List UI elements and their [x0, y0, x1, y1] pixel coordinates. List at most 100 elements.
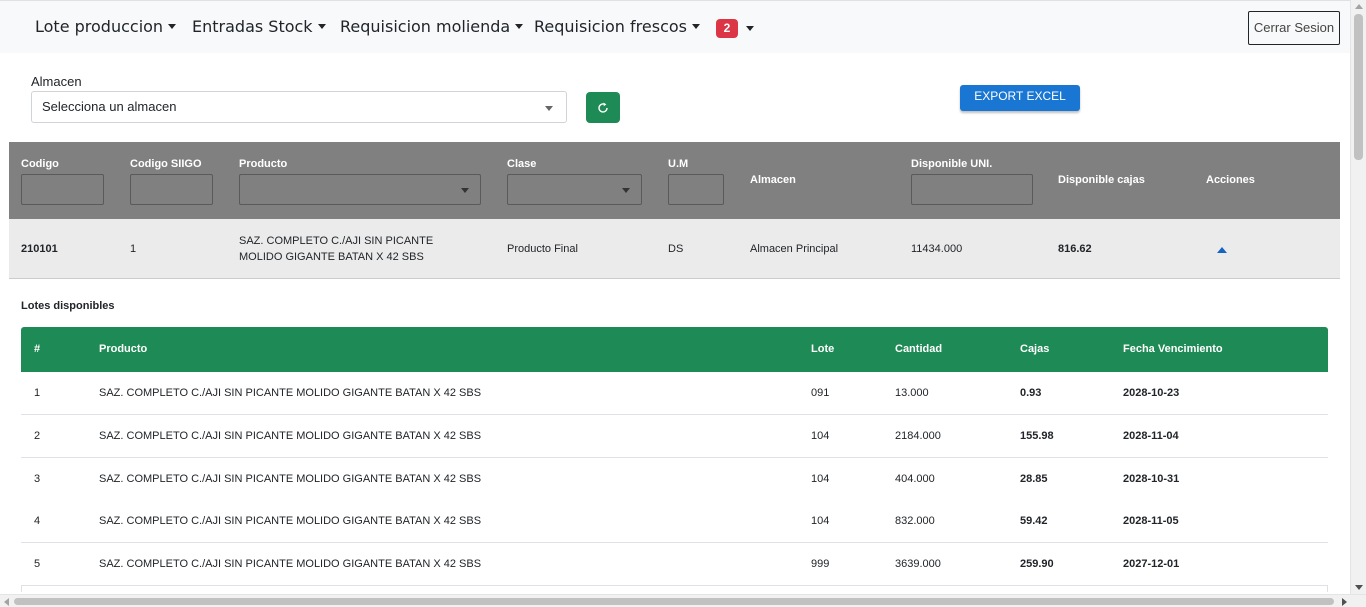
header-disponible-uni: Disponible UNI. [911, 158, 993, 170]
lote-cell-cantidad: 13.000 [895, 387, 929, 399]
header-almacen: Almacen [750, 174, 796, 186]
caret-down-icon [168, 24, 177, 29]
cell-disponible-cajas: 816.62 [1058, 243, 1092, 255]
notifications-caret-down-icon[interactable] [746, 26, 754, 31]
lotes-header-lote: Lote [811, 343, 835, 355]
lote-cell-cajas: 59.42 [1020, 515, 1048, 527]
almacen-label: Almacen [31, 74, 82, 89]
cell-producto-line2: MOLIDO GIGANTE BATAN X 42 SBS [239, 251, 424, 263]
table-row[interactable]: 4 SAZ. COMPLETO C./AJI SIN PICANTE MOLID… [21, 500, 1328, 543]
lote-cell-lote: 999 [811, 558, 830, 570]
cell-um: DS [668, 243, 684, 255]
export-excel-button[interactable]: EXPORT EXCEL [960, 85, 1080, 111]
header-codigo-siigo: Codigo SIIGO [130, 158, 202, 170]
lote-cell-num: 2 [34, 430, 41, 442]
lote-cell-cantidad: 404.000 [895, 473, 935, 485]
cell-clase: Producto Final [507, 243, 578, 255]
lote-cell-fecha: 2028-10-23 [1123, 387, 1180, 399]
nav-label: Lote produccion [35, 17, 164, 36]
nav-lote-produccion-dropdown[interactable]: Lote produccion [35, 17, 177, 36]
lote-cell-num: 4 [34, 515, 41, 527]
lote-cell-num: 5 [34, 558, 41, 570]
lote-cell-num: 1 [34, 387, 41, 399]
lote-cell-fecha: 2027-12-01 [1123, 558, 1180, 570]
cell-disponible-uni: 11434.000 [911, 243, 963, 255]
lotes-header-cajas: Cajas [1020, 343, 1050, 355]
almacen-select[interactable]: Selecciona un almacen [31, 91, 567, 123]
lote-cell-lote: 104 [811, 473, 830, 485]
caret-down-icon [317, 24, 326, 29]
lote-cell-num: 3 [34, 473, 41, 485]
scroll-right-arrow-icon[interactable] [1342, 598, 1347, 606]
scroll-up-arrow-icon[interactable] [1355, 4, 1363, 9]
filter-codigo-siigo-input[interactable] [130, 174, 213, 205]
collapse-caret-up-icon[interactable] [1217, 247, 1227, 253]
nav-requisicion-molienda-dropdown[interactable]: Requisicion molienda [340, 17, 524, 36]
vertical-scroll-thumb[interactable] [1354, 14, 1363, 160]
lote-cell-cantidad: 3639.000 [895, 558, 941, 570]
header-codigo: Codigo [21, 158, 59, 170]
chevron-down-icon [622, 188, 630, 193]
lote-cell-producto: SAZ. COMPLETO C./AJI SIN PICANTE MOLIDO … [99, 558, 482, 570]
scroll-left-arrow-icon[interactable] [4, 598, 9, 606]
scroll-down-arrow-icon[interactable] [1355, 585, 1363, 590]
lotes-header-fecha: Fecha Vencimiento [1123, 343, 1223, 355]
lote-cell-cajas: 155.98 [1020, 430, 1054, 442]
caret-down-icon [691, 24, 700, 29]
top-navbar: Lote produccion Entradas Stock Requisici… [0, 0, 1350, 53]
nav-entradas-stock-dropdown[interactable]: Entradas Stock [192, 17, 326, 36]
nav-label: Requisicion frescos [534, 17, 687, 36]
cell-codigo-siigo: 1 [130, 243, 137, 255]
lote-cell-producto: SAZ. COMPLETO C./AJI SIN PICANTE MOLIDO … [99, 430, 482, 442]
chevron-down-icon [461, 188, 469, 193]
lote-cell-producto: SAZ. COMPLETO C./AJI SIN PICANTE MOLIDO … [99, 387, 482, 399]
filter-disponible-uni-input[interactable] [911, 174, 1033, 205]
header-clase: Clase [507, 158, 537, 170]
table-row[interactable]: 1 SAZ. COMPLETO C./AJI SIN PICANTE MOLID… [21, 372, 1328, 415]
table-row[interactable]: 2 SAZ. COMPLETO C./AJI SIN PICANTE MOLID… [21, 415, 1328, 458]
almacen-select-value: Selecciona un almacen [42, 99, 177, 114]
header-disponible-cajas: Disponible cajas [1058, 174, 1145, 186]
table-row[interactable]: 210101 1 SAZ. COMPLETO C./AJI SIN PICANT… [9, 219, 1340, 279]
chevron-down-icon [545, 106, 553, 111]
filter-um-input[interactable] [668, 174, 724, 205]
filter-codigo-input[interactable] [21, 174, 104, 205]
lote-cell-lote: 104 [811, 515, 830, 527]
lote-cell-cajas: 28.85 [1020, 473, 1048, 485]
lote-cell-lote: 091 [811, 387, 830, 399]
table-row[interactable]: 5 SAZ. COMPLETO C./AJI SIN PICANTE MOLID… [21, 543, 1328, 586]
horizontal-scrollbar[interactable] [0, 594, 1366, 607]
cell-producto-line1: SAZ. COMPLETO C./AJI SIN PICANTE [239, 235, 434, 247]
lote-cell-cantidad: 832.000 [895, 515, 935, 527]
cell-almacen: Almacen Principal [750, 243, 839, 255]
lote-cell-cajas: 259.90 [1020, 558, 1054, 570]
refresh-button[interactable] [586, 92, 620, 123]
caret-down-icon [515, 24, 524, 29]
nav-label: Requisicion molienda [340, 17, 511, 36]
lote-cell-producto: SAZ. COMPLETO C./AJI SIN PICANTE MOLIDO … [99, 473, 482, 485]
header-um: U.M [668, 158, 689, 170]
lotes-header-num: # [34, 343, 41, 355]
lotes-header-producto: Producto [99, 343, 148, 355]
lotes-table-header: # Producto Lote Cantidad Cajas Fecha Ven… [21, 327, 1328, 372]
filter-producto-select[interactable] [239, 174, 481, 205]
notification-badge[interactable]: 2 [716, 19, 738, 38]
vertical-scrollbar[interactable] [1350, 0, 1366, 594]
lote-cell-fecha: 2028-11-05 [1123, 515, 1179, 527]
refresh-icon [598, 102, 608, 113]
table-row[interactable]: 3 SAZ. COMPLETO C./AJI SIN PICANTE MOLID… [21, 458, 1328, 501]
nav-requisicion-frescos-dropdown[interactable]: Requisicion frescos [534, 17, 700, 36]
logout-button[interactable]: Cerrar Sesion [1248, 11, 1340, 45]
filter-clase-select[interactable] [507, 174, 642, 205]
horizontal-scroll-thumb[interactable] [14, 598, 1334, 605]
stock-table-header: Codigo Codigo SIIGO Producto Clase U.M A… [9, 142, 1340, 219]
lotes-disponibles-title: Lotes disponibles [21, 300, 115, 312]
lotes-header-cantidad: Cantidad [895, 343, 943, 355]
header-producto: Producto [239, 158, 288, 170]
lote-cell-lote: 104 [811, 430, 830, 442]
lote-cell-fecha: 2028-10-31 [1123, 473, 1180, 485]
lote-cell-producto: SAZ. COMPLETO C./AJI SIN PICANTE MOLIDO … [99, 515, 482, 527]
lote-cell-fecha: 2028-11-04 [1123, 430, 1179, 442]
nav-label: Entradas Stock [192, 17, 313, 36]
header-acciones: Acciones [1206, 174, 1255, 186]
